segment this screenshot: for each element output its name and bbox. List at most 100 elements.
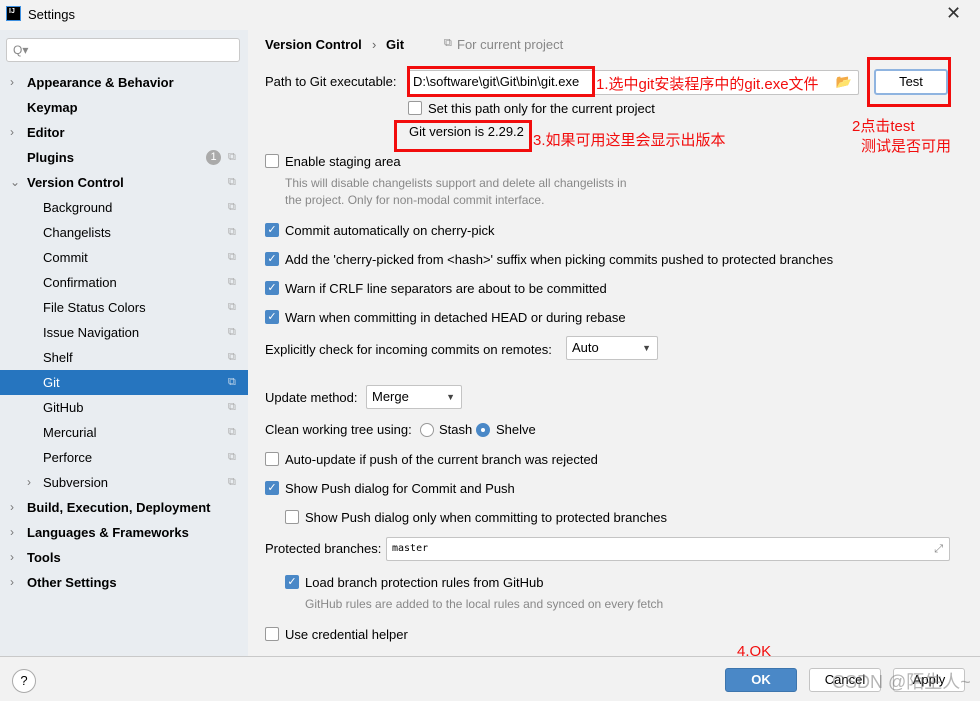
update-method-value: Merge: [372, 389, 409, 404]
title-bar: IJ _ Settings ✕: [0, 0, 980, 30]
project-scope-icon: ⧉: [228, 226, 236, 238]
update-count-badge: 1: [206, 150, 221, 165]
project-scope-icon: ⧉: [228, 151, 236, 163]
window-title: Settings: [28, 7, 75, 22]
sidebar-item-file-status-colors[interactable]: File Status Colors ⧉: [0, 295, 248, 320]
sidebar-item-github[interactable]: GitHub ⧉: [0, 395, 248, 420]
watermark: CSDN @陌生人~: [832, 672, 971, 692]
cherry-suffix-label: Add the 'cherry-picked from <hash>' suff…: [285, 252, 834, 267]
sidebar-item-label: Changelists: [43, 225, 111, 240]
shelve-label: Shelve: [496, 422, 536, 437]
sidebar-item-version-control[interactable]: ⌄ Version Control ⧉: [0, 170, 248, 195]
project-scope-icon: ⧉: [228, 426, 236, 438]
push-dialog-checkbox[interactable]: ✓: [265, 481, 279, 495]
project-scope-icon: ⧉: [228, 251, 236, 263]
chevron-right-icon[interactable]: ›: [10, 495, 14, 520]
sidebar-item-git[interactable]: Git ⧉: [0, 370, 248, 395]
clean-tree-label: Clean working tree using:: [265, 422, 412, 437]
sidebar-item-mercurial[interactable]: Mercurial ⧉: [0, 420, 248, 445]
sidebar-item-label: Shelf: [43, 350, 73, 365]
project-scope-icon: ⧉: [228, 451, 236, 463]
chevron-right-icon[interactable]: ›: [27, 470, 31, 495]
sidebar-item-label: Git: [43, 375, 60, 390]
push-dialog-label: Show Push dialog for Commit and Push: [285, 481, 515, 496]
sidebar-item-changelists[interactable]: Changelists ⧉: [0, 220, 248, 245]
update-method-select[interactable]: Merge ▼: [366, 385, 462, 409]
push-dialog-protected-checkbox[interactable]: [285, 510, 299, 524]
path-label: Path to Git executable:: [265, 74, 397, 89]
annotation-box-test: [867, 57, 951, 107]
stash-label: Stash: [439, 422, 473, 437]
crlf-checkbox[interactable]: ✓: [265, 281, 279, 295]
search-input[interactable]: Q▾: [6, 38, 240, 62]
detached-label: Warn when committing in detached HEAD or…: [285, 310, 626, 325]
cherry-suffix-checkbox[interactable]: ✓: [265, 252, 279, 266]
current-project-label: Set this path only for the current proje…: [428, 101, 655, 116]
sidebar-item-label: Build, Execution, Deployment: [27, 500, 211, 515]
sidebar-item-other-settings[interactable]: › Other Settings: [0, 570, 248, 595]
sidebar-item-label: Confirmation: [43, 275, 117, 290]
project-scope-icon: ⧉: [228, 351, 236, 363]
sidebar-item-label: Languages & Frameworks: [27, 525, 189, 540]
sidebar-item-issue-navigation[interactable]: Issue Navigation ⧉: [0, 320, 248, 345]
load-rules-checkbox[interactable]: ✓: [285, 575, 299, 589]
chevron-right-icon[interactable]: ›: [10, 545, 14, 570]
sidebar-item-build-execution-deployment[interactable]: › Build, Execution, Deployment: [0, 495, 248, 520]
sidebar-item-background[interactable]: Background ⧉: [0, 195, 248, 220]
sidebar-item-confirmation[interactable]: Confirmation ⧉: [0, 270, 248, 295]
chevron-right-icon[interactable]: ›: [10, 70, 14, 95]
copy-icon: ⧉: [444, 37, 452, 49]
annotation-box-version: [394, 120, 532, 152]
incoming-label: Explicitly check for incoming commits on…: [265, 342, 552, 357]
update-method-label: Update method:: [265, 390, 358, 405]
annotation-box-path: [407, 66, 595, 97]
ok-button[interactable]: OK: [725, 668, 797, 692]
sidebar-item-editor[interactable]: › Editor: [0, 120, 248, 145]
shelve-radio[interactable]: [476, 423, 490, 437]
sidebar-item-label: Version Control: [27, 175, 124, 190]
chevron-down-icon[interactable]: ⌄: [10, 170, 20, 195]
auto-update-checkbox[interactable]: [265, 452, 279, 466]
incoming-select[interactable]: Auto ▼: [566, 336, 658, 360]
sidebar-item-commit[interactable]: Commit ⧉: [0, 245, 248, 270]
staging-description-2: the project. Only for non-modal commit i…: [285, 193, 545, 207]
stash-radio[interactable]: [420, 423, 434, 437]
sidebar-item-label: Appearance & Behavior: [27, 75, 174, 90]
sidebar-item-appearance-behavior[interactable]: › Appearance & Behavior: [0, 70, 248, 95]
breadcrumb-parent[interactable]: Version Control: [265, 37, 362, 52]
chevron-right-icon[interactable]: ›: [10, 520, 14, 545]
push-dialog-protected-label: Show Push dialog only when committing to…: [305, 510, 668, 525]
protected-branches-input[interactable]: master ⤢: [386, 537, 950, 561]
expand-icon[interactable]: ⤢: [934, 538, 943, 560]
project-scope-icon: ⧉: [228, 326, 236, 338]
dropdown-arrow-icon: ▼: [642, 343, 651, 353]
sidebar-item-label: Plugins: [27, 150, 74, 165]
annotation-4: 4.OK: [737, 643, 772, 660]
sidebar-item-label: Issue Navigation: [43, 325, 140, 340]
staging-checkbox[interactable]: [265, 154, 279, 168]
sidebar-item-shelf[interactable]: Shelf ⧉: [0, 345, 248, 370]
sidebar-item-label: Other Settings: [27, 575, 117, 590]
sidebar-item-plugins[interactable]: Plugins 1 ⧉: [0, 145, 248, 170]
project-scope-icon: ⧉: [228, 201, 236, 213]
current-project-checkbox[interactable]: [408, 101, 422, 115]
sidebar-item-keymap[interactable]: Keymap: [0, 95, 248, 120]
protected-branches-label: Protected branches:: [265, 541, 382, 556]
annotation-3: 3.如果可用这里会显示出版本: [533, 132, 726, 149]
help-button[interactable]: ?: [12, 669, 36, 693]
sidebar-item-languages-frameworks[interactable]: › Languages & Frameworks: [0, 520, 248, 545]
chevron-right-icon[interactable]: ›: [10, 120, 14, 145]
sidebar-item-subversion[interactable]: › Subversion ⧉: [0, 470, 248, 495]
crlf-label: Warn if CRLF line separators are about t…: [285, 281, 607, 296]
credential-checkbox[interactable]: [265, 627, 279, 641]
sidebar-item-perforce[interactable]: Perforce ⧉: [0, 445, 248, 470]
cherry-commit-label: Commit automatically on cherry-pick: [285, 223, 495, 238]
chevron-right-icon[interactable]: ›: [10, 570, 14, 595]
detached-checkbox[interactable]: ✓: [265, 310, 279, 324]
sidebar-item-label: Keymap: [27, 100, 78, 115]
close-icon[interactable]: ✕: [946, 3, 961, 24]
project-scope-icon: ⧉: [228, 476, 236, 488]
cherry-commit-checkbox[interactable]: ✓: [265, 223, 279, 237]
folder-icon[interactable]: 📂: [836, 71, 852, 93]
sidebar-item-tools[interactable]: › Tools: [0, 545, 248, 570]
